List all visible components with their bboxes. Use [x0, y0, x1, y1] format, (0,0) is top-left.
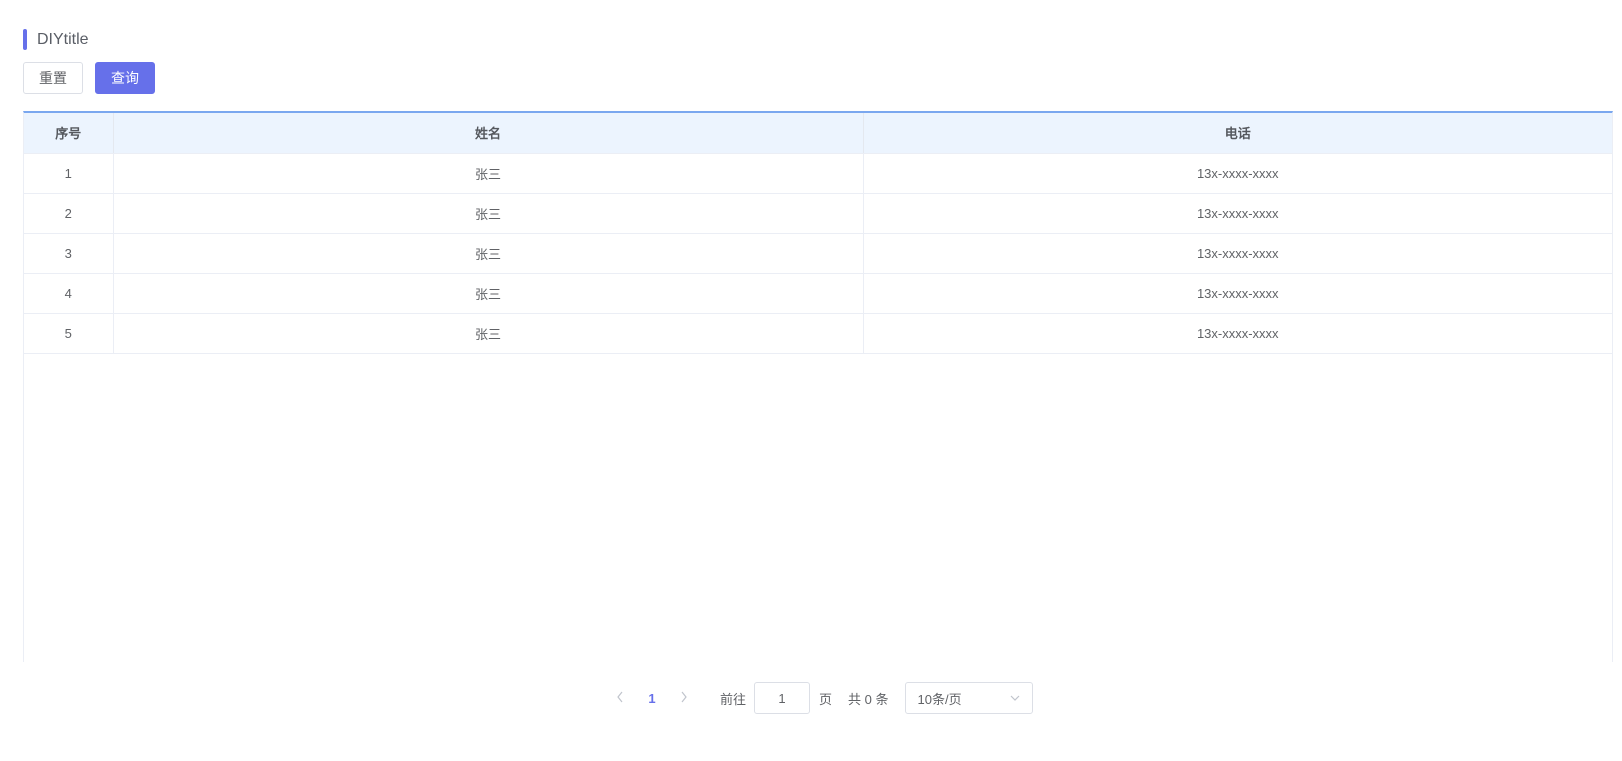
table-row[interactable]: 1 张三 13x-xxxx-xxxx	[24, 153, 1612, 194]
cell-index: 4	[24, 273, 114, 314]
column-header-phone[interactable]: 电话	[863, 113, 1612, 154]
cell-name: 张三	[113, 193, 864, 234]
cell-phone: 13x-xxxx-xxxx	[863, 153, 1612, 194]
cell-index: 5	[24, 313, 114, 354]
table-row[interactable]: 4 张三 13x-xxxx-xxxx	[24, 273, 1612, 314]
table-header-row: 序号 姓名 电话	[24, 113, 1612, 154]
table-row[interactable]: 3 张三 13x-xxxx-xxxx	[24, 233, 1612, 274]
pagination: 1 前往 页 共 0 条 10条/页	[610, 682, 1033, 714]
page-title: DIYtitle	[23, 29, 89, 50]
cell-phone: 13x-xxxx-xxxx	[863, 233, 1612, 274]
column-header-index[interactable]: 序号	[24, 113, 114, 154]
cell-index: 1	[24, 153, 114, 194]
goto-page-input[interactable]	[754, 682, 811, 714]
page-number-current[interactable]: 1	[630, 691, 674, 706]
page-size-select[interactable]: 10条/页	[904, 682, 1033, 714]
title-accent-bar	[23, 29, 27, 50]
table-row[interactable]: 5 张三 13x-xxxx-xxxx	[24, 313, 1612, 354]
query-button[interactable]: 查询	[95, 62, 155, 94]
cell-name: 张三	[113, 313, 864, 354]
table-row[interactable]: 2 张三 13x-xxxx-xxxx	[24, 193, 1612, 234]
cell-phone: 13x-xxxx-xxxx	[863, 273, 1612, 314]
cell-index: 3	[24, 233, 114, 274]
total-count: 共 0 条	[848, 691, 889, 707]
cell-phone: 13x-xxxx-xxxx	[863, 313, 1612, 354]
goto-label: 前往	[720, 691, 747, 707]
reset-button[interactable]: 重置	[23, 62, 83, 94]
page: DIYtitle 重置 查询 序号 姓名 电话 1 张三 13x-xxxx-xx…	[0, 0, 1622, 761]
chevron-down-icon	[1010, 691, 1020, 706]
cell-phone: 13x-xxxx-xxxx	[863, 193, 1612, 234]
chevron-left-icon[interactable]	[610, 690, 630, 706]
column-header-name[interactable]: 姓名	[113, 113, 864, 154]
chevron-right-icon[interactable]	[674, 690, 694, 706]
page-title-text: DIYtitle	[37, 31, 89, 48]
cell-name: 张三	[113, 153, 864, 194]
data-table: 序号 姓名 电话 1 张三 13x-xxxx-xxxx 2 张三 13x-xxx…	[23, 111, 1613, 662]
cell-name: 张三	[113, 273, 864, 314]
page-unit-label: 页	[819, 691, 833, 707]
page-size-value: 10条/页	[917, 691, 962, 707]
cell-index: 2	[24, 193, 114, 234]
cell-name: 张三	[113, 233, 864, 274]
